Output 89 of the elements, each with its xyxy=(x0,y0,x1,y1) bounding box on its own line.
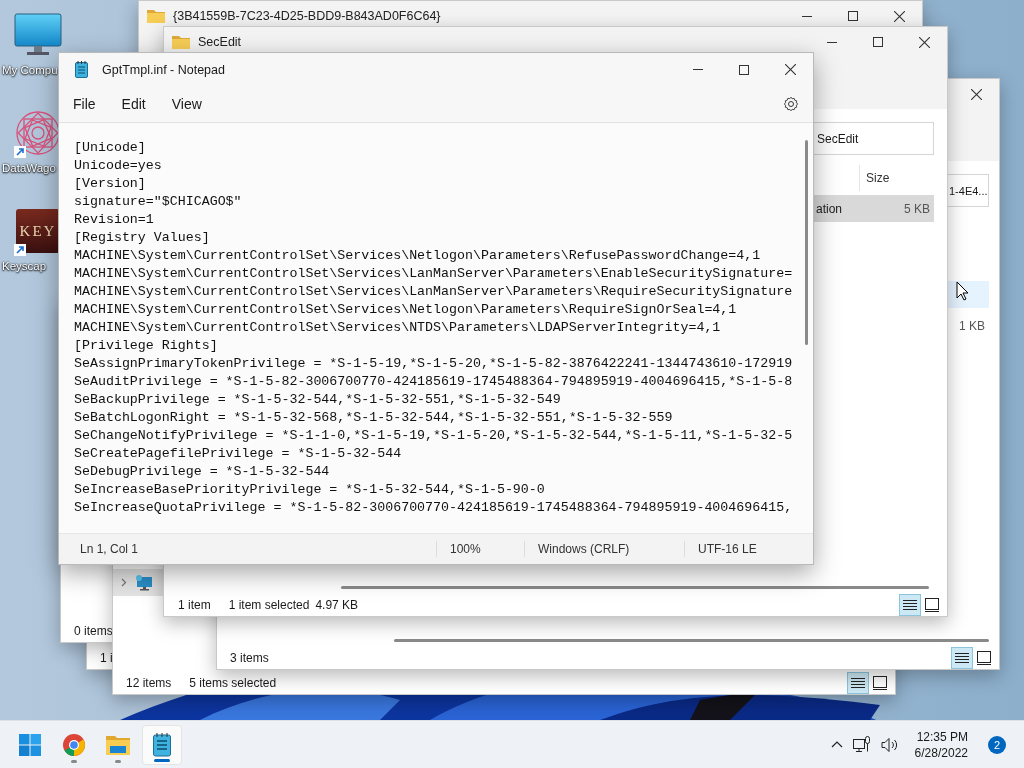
details-view-button[interactable] xyxy=(951,647,973,669)
window-title: {3B41559B-7C23-4D25-BDD9-B843AD0F6C64} xyxy=(173,9,441,23)
running-indicator xyxy=(115,759,121,763)
menu-item[interactable]: Edit xyxy=(108,90,159,118)
notepad-icon[interactable] xyxy=(153,732,171,757)
window-title: SecEdit xyxy=(198,35,242,49)
item-count: 1 item xyxy=(178,598,211,612)
maximize-icon[interactable] xyxy=(873,37,883,47)
chevron-up-icon[interactable] xyxy=(830,741,843,748)
list-icon[interactable] xyxy=(903,599,917,611)
text-line: signature="$CHICAGO$" xyxy=(74,193,243,211)
item-count: 3 items xyxy=(230,651,269,665)
clock-time[interactable]: 12:35 PM xyxy=(916,728,968,745)
text-line: SeAssignPrimaryTokenPrivilege = *S-1-5-19,*S-1-5-20,*S-1-5-82-3876422241-1344743610-172919 xyxy=(74,355,794,373)
text-line: MACHINE\System\CurrentControlSet\Services\Netlogon\Parameters\RequireSignOrSeal=4,1 xyxy=(74,301,738,319)
selection-size: 4.97 KB xyxy=(315,598,359,612)
menu-item[interactable]: File xyxy=(60,90,109,118)
close-icon[interactable] xyxy=(893,10,905,22)
horizontal-scrollbar[interactable] xyxy=(394,638,989,642)
text-line: MACHINE\System\CurrentControlSet\Services\LanManServer\Parameters\RequireSecuritySignature xyxy=(74,283,794,301)
menu-item[interactable]: View xyxy=(158,90,215,118)
close-icon[interactable] xyxy=(918,36,930,48)
clock-date[interactable]: 6/28/2022 xyxy=(914,744,968,761)
selection-count: 5 items selected xyxy=(189,676,277,690)
minimize-icon[interactable] xyxy=(802,15,812,17)
notepad-icon xyxy=(75,61,88,78)
selection-count: 1 item selected xyxy=(228,598,310,612)
text-line: SeIncreaseQuotaPrivilege = *S-1-5-82-3006700770-424185619-1745488364-794895919-4004696415, xyxy=(74,499,794,517)
running-indicator xyxy=(154,758,170,762)
file-name: ation xyxy=(815,201,843,216)
folder-icon[interactable] xyxy=(106,734,130,755)
vertical-scrollbar[interactable] xyxy=(804,140,808,345)
item-count: 0 items xyxy=(74,624,113,638)
chevron-right-icon[interactable] xyxy=(121,578,127,587)
text-line: Revision=1 xyxy=(74,211,155,229)
column-header[interactable]: Size xyxy=(859,165,941,191)
text-line: [Privilege Rights] xyxy=(74,337,219,355)
file-row[interactable]: ation 5 KB xyxy=(813,195,934,222)
text-line: MACHINE\System\CurrentControlSet\Services\NTDS\Parameters\LDAPServerIntegrity=4,1 xyxy=(74,319,722,337)
status-text: Windows (CRLF) xyxy=(538,542,630,556)
network-computer-icon xyxy=(135,574,153,591)
notepad-taskbar-button[interactable] xyxy=(142,724,182,765)
nav-item[interactable] xyxy=(113,569,163,596)
network-icon[interactable] xyxy=(852,735,871,754)
details-view-button[interactable] xyxy=(899,594,921,616)
maximize-icon[interactable] xyxy=(848,11,858,21)
text-line: SeCreatePagefilePrivilege = *S-1-5-32-544 xyxy=(74,445,403,463)
folder-icon xyxy=(147,9,165,23)
text-line: Unicode=yes xyxy=(74,157,163,175)
horizontal-scrollbar[interactable] xyxy=(341,585,929,589)
text-line: SeDebugPrivilege = *S-1-5-32-544 xyxy=(74,463,331,481)
running-indicator xyxy=(71,759,77,763)
status-text: 100% xyxy=(450,542,481,556)
file-row[interactable]: 1 KB xyxy=(947,312,989,339)
browser-icon[interactable] xyxy=(62,732,86,757)
text-line: MACHINE\System\CurrentControlSet\Services\Netlogon\Parameters\RefusePasswordChange=4,1 xyxy=(74,247,762,265)
minimize-icon[interactable] xyxy=(827,41,837,43)
volume-icon[interactable] xyxy=(880,736,899,753)
window-title: GptTmpl.inf - Notepad xyxy=(102,62,225,77)
folder-icon xyxy=(172,35,190,49)
text-line: [Version] xyxy=(74,175,147,193)
text-line: MACHINE\System\CurrentControlSet\Services\LanManServer\Parameters\EnableSecuritySignature= xyxy=(74,265,794,283)
text-line: [Registry Values] xyxy=(74,229,211,247)
address-field[interactable]: 1-4E4... xyxy=(947,174,989,207)
address-field[interactable]: SecEdit xyxy=(813,122,934,155)
close-icon[interactable] xyxy=(970,88,982,100)
item-count: 12 items xyxy=(126,676,172,690)
details-view-button[interactable] xyxy=(847,672,869,694)
text-line: SeBackupPrivilege = *S-1-5-32-544,*S-1-5-32-551,*S-1-5-32-549 xyxy=(74,391,562,409)
status-text: Ln 1, Col 1 xyxy=(80,542,139,556)
cursor-icon xyxy=(956,281,969,301)
list-icon[interactable] xyxy=(955,652,969,664)
monitor-icon[interactable] xyxy=(14,13,62,57)
start-icon[interactable] xyxy=(19,733,41,756)
close-icon[interactable] xyxy=(784,64,796,75)
text-line: SeBatchLogonRight = *S-1-5-32-568,*S-1-5-32-544,*S-1-5-32-551,*S-1-5-32-559 xyxy=(74,409,674,427)
item-count: 1 i xyxy=(100,651,113,665)
settings-icon[interactable] xyxy=(783,96,799,112)
app-icon[interactable]: KEY xyxy=(16,209,60,253)
text-line: SeAuditPrivilege = *S-1-5-82-3006700770-424185619-1745488364-794895919-4004696415,*S-1-5-8 xyxy=(74,373,794,391)
file-size: 1 KB xyxy=(959,318,986,333)
text-line: SeChangeNotifyPrivilege = *S-1-1-0,*S-1-5-19,*S-1-5-20,*S-1-5-32-544,*S-1-5-11,*S-1-5-32-5 xyxy=(74,427,794,445)
text-line: SeIncreaseBasePriorityPrivilege = *S-1-5-32-544,*S-1-5-90-0 xyxy=(74,481,546,499)
notification-badge[interactable]: 2 xyxy=(988,735,1006,754)
text-line: [Unicode] xyxy=(74,139,147,157)
maximize-icon[interactable] xyxy=(739,64,749,75)
file-size: 5 KB xyxy=(904,201,931,216)
list-icon[interactable] xyxy=(851,677,865,689)
status-text: UTF-16 LE xyxy=(698,542,757,556)
